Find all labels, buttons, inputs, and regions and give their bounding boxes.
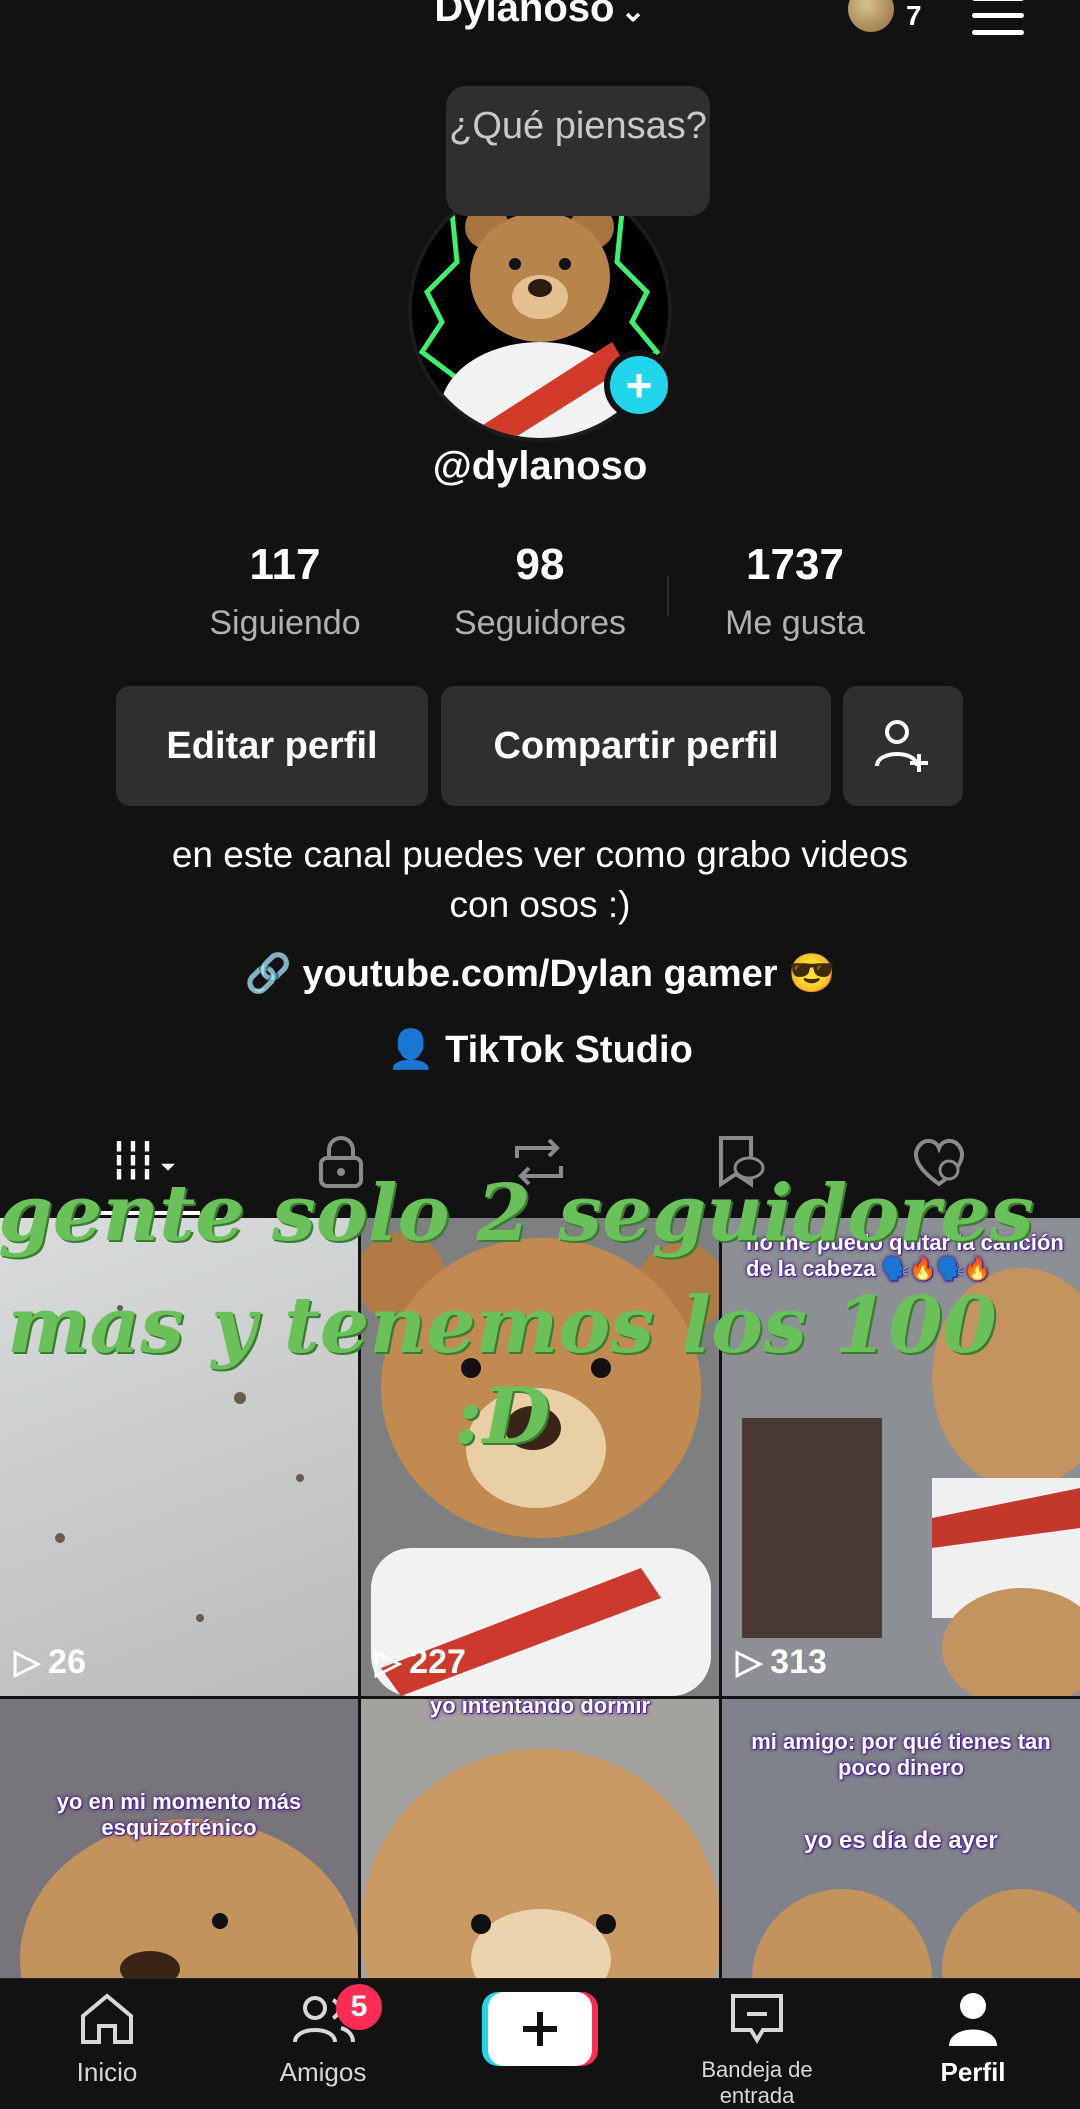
creator-star-icon: 👤 (387, 1029, 435, 1071)
nav-inbox-label: Bandeja de entrada (701, 2057, 813, 2108)
nav-inbox[interactable]: Bandeja de entrada (672, 1990, 842, 2109)
overlay-text-line-1: gente solo 2 seguidores (0, 1168, 1034, 1259)
view-count: ▷ 313 (736, 1642, 827, 1682)
whats-on-your-mind-bubble[interactable]: ¿Qué piensas? (446, 86, 710, 216)
followers-label: Seguidores (453, 604, 626, 642)
followers-count: 98 (515, 540, 565, 589)
nav-profile-label: Perfil (940, 2057, 1006, 2087)
view-count-value: 313 (770, 1642, 827, 1681)
video-tile[interactable]: yo intentando dormir (361, 1699, 719, 1979)
stat-followers[interactable]: 98 Seguidores (425, 540, 655, 643)
nav-profile[interactable]: Perfil (888, 1990, 1058, 2088)
profile-link[interactable]: 🔗 youtube.com/Dylan gamer 😎 (0, 952, 1080, 996)
home-icon (81, 1993, 133, 2044)
view-count-value: 227 (409, 1642, 466, 1681)
nav-home-label: Inicio (76, 2057, 138, 2087)
bio-line-2: con osos :) (449, 884, 631, 925)
play-icon: ▷ (736, 1643, 763, 1681)
video-tile[interactable]: mi amigo: por qué tienes tan poco dinero… (722, 1699, 1080, 1979)
bio-line-1: en este canal puedes ver como grabo vide… (171, 834, 909, 875)
view-count-value: 26 (48, 1642, 86, 1681)
add-friend-button[interactable] (843, 686, 963, 806)
stat-following[interactable]: 117 Siguiendo (170, 540, 400, 643)
inbox-icon (731, 1994, 783, 2044)
play-icon: ▷ (375, 1643, 402, 1681)
profile-link-text: youtube.com/Dylan gamer 😎 (302, 953, 836, 995)
add-user-icon (875, 720, 928, 772)
create-button[interactable] (482, 1992, 598, 2066)
stat-likes[interactable]: 1737 Me gusta (680, 540, 910, 643)
share-profile-button[interactable]: Compartir perfil (441, 686, 831, 806)
video-caption: yo en mi momento más esquizofrénico (56, 1789, 302, 1840)
view-count: ▷ 26 (14, 1642, 86, 1682)
tiktok-studio-link[interactable]: 👤 TikTok Studio (0, 1028, 1080, 1072)
username-title: Dylanoso (434, 0, 615, 30)
profile-icon (949, 1993, 997, 2046)
likes-label: Me gusta (725, 604, 865, 642)
video-caption: mi amigo: por qué tienes tan poco dinero (751, 1729, 1051, 1780)
edit-profile-button[interactable]: Editar perfil (116, 686, 428, 806)
create-plus-icon (482, 1992, 598, 2066)
play-icon: ▷ (14, 1643, 41, 1681)
following-count: 117 (249, 540, 321, 589)
notification-count: 7 (906, 0, 922, 31)
add-story-button[interactable]: + (604, 350, 674, 420)
likes-count: 1737 (746, 540, 844, 589)
menu-icon[interactable] (972, 0, 1024, 47)
stat-divider (667, 576, 669, 616)
view-count: ▷ 227 (375, 1642, 466, 1682)
video-caption: yo intentando dormir (430, 1699, 650, 1718)
video-caption-2: yo es día de ayer (804, 1827, 998, 1854)
nav-friends[interactable]: Amigos 5 (238, 1984, 408, 2088)
profile-bio: en este canal puedes ver como grabo vide… (0, 830, 1080, 930)
chevron-down-icon: ⌄ (620, 0, 646, 28)
profile-handle: @dylanoso (432, 444, 648, 488)
link-icon: 🔗 (244, 953, 292, 995)
nav-friends-label: Amigos (279, 2057, 367, 2087)
tiktok-studio-label: TikTok Studio (445, 1029, 693, 1071)
overlay-text-line-2: mas y tenemos los 100 :D (7, 1280, 997, 1462)
nav-home[interactable]: Inicio (22, 1990, 192, 2088)
following-label: Siguiendo (209, 604, 361, 642)
bear-photo (361, 1699, 719, 1979)
friends-badge: 5 (336, 1984, 382, 2030)
video-tile[interactable]: yo en mi momento más esquizofrénico (0, 1699, 358, 1979)
